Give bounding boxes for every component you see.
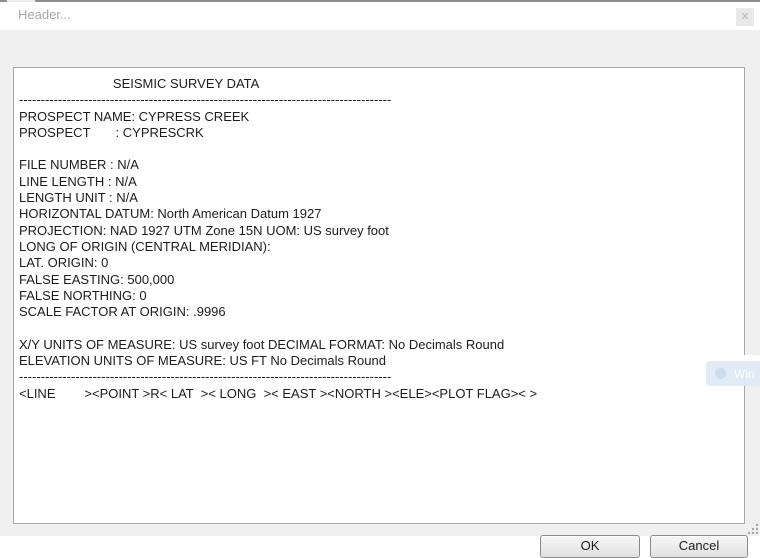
text-line: SCALE FACTOR AT ORIGIN: .9996 xyxy=(19,304,739,320)
dialog-body: SEISMIC SURVEY DATA---------------------… xyxy=(0,30,760,536)
text-line: PROSPECT NAME: CYPRESS CREEK xyxy=(19,109,739,125)
text-line: LONG OF ORIGIN (CENTRAL MERIDIAN): xyxy=(19,239,739,255)
text-line: LINE LENGTH : N/A xyxy=(19,174,739,190)
text-line: HORIZONTAL DATUM: North American Datum 1… xyxy=(19,206,739,222)
close-icon[interactable]: ✕ xyxy=(736,8,754,26)
notification-overlay[interactable]: Win xyxy=(706,361,760,386)
dialog-title: Header... xyxy=(18,7,71,22)
text-line xyxy=(19,320,739,336)
text-line: ELEVATION UNITS OF MEASURE: US FT No Dec… xyxy=(19,353,739,369)
text-line: ----------------------------------------… xyxy=(19,92,739,108)
text-line: FALSE NORTHING: 0 xyxy=(19,288,739,304)
text-line: LENGTH UNIT : N/A xyxy=(19,190,739,206)
header-textarea[interactable]: SEISMIC SURVEY DATA---------------------… xyxy=(13,67,745,524)
text-line: FILE NUMBER : N/A xyxy=(19,157,739,173)
status-dot-icon xyxy=(715,368,726,379)
notification-text: Win xyxy=(734,367,755,381)
text-line: SEISMIC SURVEY DATA xyxy=(19,76,739,92)
text-line: PROSPECT : CYPRESCRK xyxy=(19,125,739,141)
text-line: <LINE ><POINT >R< LAT >< LONG >< EAST ><… xyxy=(19,386,739,402)
text-line: ----------------------------------------… xyxy=(19,369,739,385)
resize-grip-icon[interactable] xyxy=(745,521,759,535)
text-line xyxy=(19,141,739,157)
dialog-titlebar: Header... ✕ xyxy=(0,2,760,30)
text-line: LAT. ORIGIN: 0 xyxy=(19,255,739,271)
header-dialog: Header... ✕ SEISMIC SURVEY DATA---------… xyxy=(0,0,760,536)
text-line: X/Y UNITS OF MEASURE: US survey foot DEC… xyxy=(19,337,739,353)
text-line: PROJECTION: NAD 1927 UTM Zone 15N UOM: U… xyxy=(19,223,739,239)
ok-button[interactable]: OK xyxy=(540,535,640,558)
cancel-button[interactable]: Cancel xyxy=(650,535,748,558)
text-line: FALSE EASTING: 500,000 xyxy=(19,272,739,288)
